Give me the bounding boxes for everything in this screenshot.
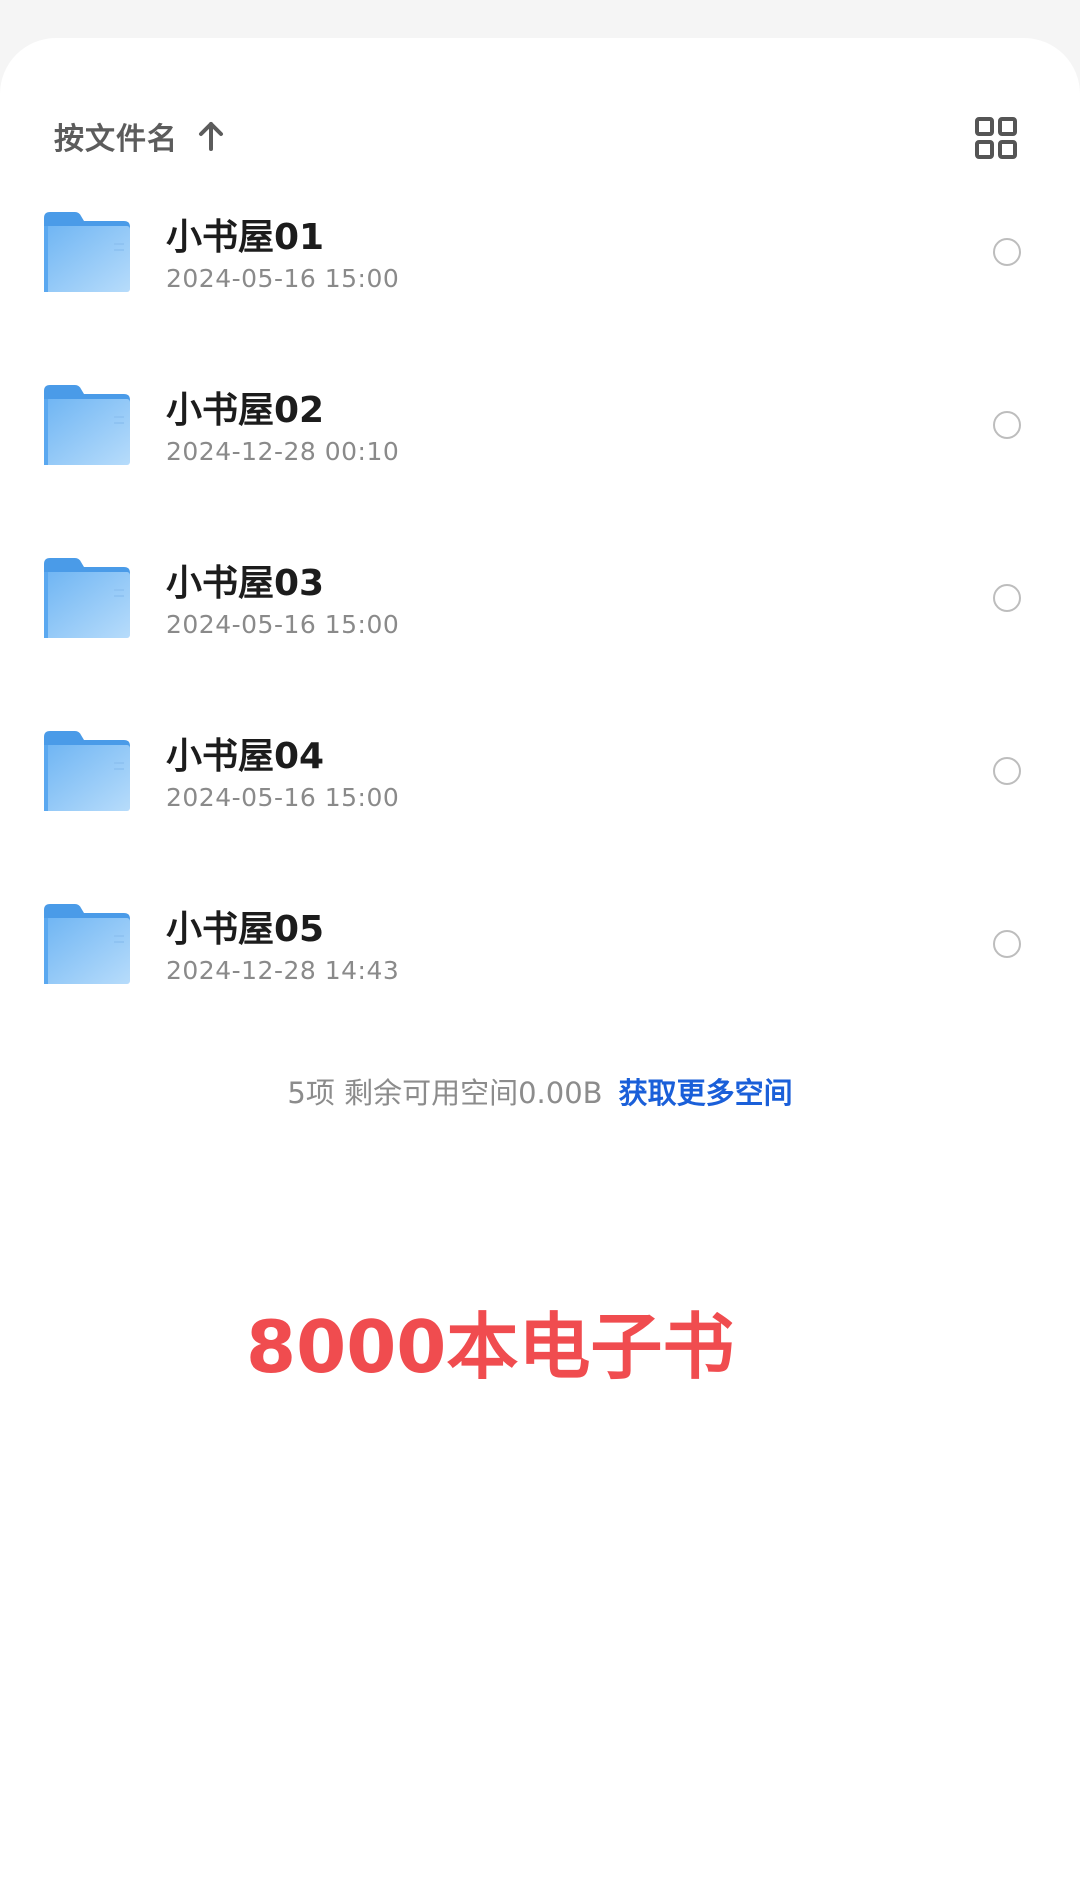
select-checkbox[interactable] — [993, 238, 1021, 266]
folder-name: 小书屋01 — [166, 217, 325, 258]
folder-list: 小书屋01 2024-05-16 15:00 小书屋02 2024-12-28 … — [0, 172, 1080, 1037]
folder-icon — [42, 383, 132, 467]
list-item[interactable]: 小书屋03 2024-05-16 15:00 — [0, 518, 1080, 691]
storage-footer: 5项 剩余可用空间0.00B 获取更多空间 — [0, 1070, 1080, 1112]
modified-date: 2024-05-16 15:00 — [166, 783, 400, 812]
sort-label: 按文件名 — [54, 122, 178, 157]
list-item[interactable]: 小书屋02 2024-12-28 00:10 — [0, 345, 1080, 518]
folder-name: 小书屋03 — [166, 563, 325, 604]
promo-text: 8000本电子书 — [246, 1305, 735, 1389]
list-item[interactable]: 小书屋04 2024-05-16 15:00 — [0, 691, 1080, 864]
select-checkbox[interactable] — [993, 930, 1021, 958]
arrow-up-icon — [198, 121, 224, 151]
modified-date: 2024-12-28 00:10 — [166, 437, 400, 466]
grid-view-icon[interactable] — [974, 116, 1018, 160]
folder-icon — [42, 556, 132, 640]
folder-icon — [42, 729, 132, 813]
select-checkbox[interactable] — [993, 411, 1021, 439]
file-list-panel: 按文件名 小书屋01 2024-05-16 15:00 小书屋02 2024-1… — [0, 38, 1080, 1883]
storage-info: 5项 剩余可用空间0.00B — [287, 1076, 603, 1110]
folder-icon — [42, 210, 132, 294]
select-checkbox[interactable] — [993, 757, 1021, 785]
folder-icon — [42, 902, 132, 986]
modified-date: 2024-05-16 15:00 — [166, 610, 400, 639]
list-item[interactable]: 小书屋05 2024-12-28 14:43 — [0, 864, 1080, 1037]
select-checkbox[interactable] — [993, 584, 1021, 612]
modified-date: 2024-12-28 14:43 — [166, 956, 400, 985]
list-item[interactable]: 小书屋01 2024-05-16 15:00 — [0, 172, 1080, 345]
folder-name: 小书屋02 — [166, 390, 325, 431]
sort-by-name-control[interactable]: 按文件名 — [54, 96, 224, 176]
modified-date: 2024-05-16 15:00 — [166, 264, 400, 293]
get-more-space-link[interactable]: 获取更多空间 — [619, 1076, 793, 1110]
folder-name: 小书屋05 — [166, 909, 325, 950]
folder-name: 小书屋04 — [166, 736, 325, 777]
